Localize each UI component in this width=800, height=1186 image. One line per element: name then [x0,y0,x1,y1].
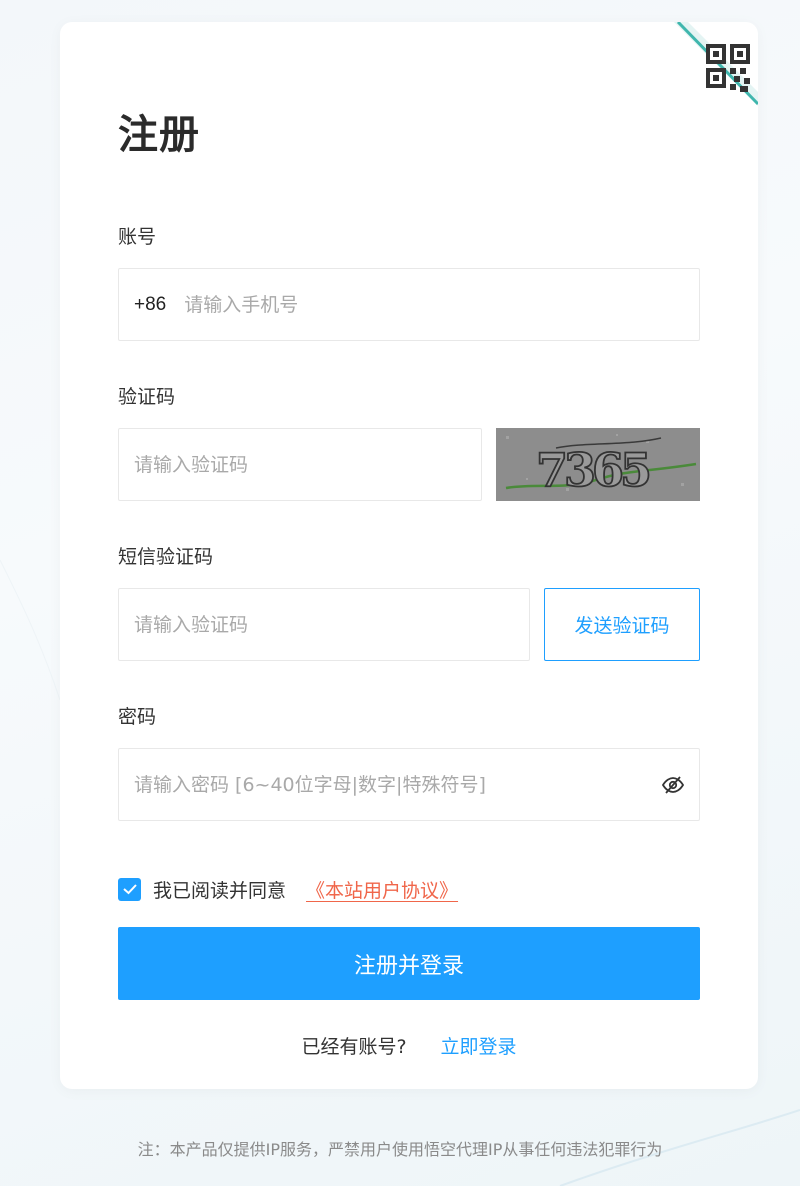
agreement-text: 我已阅读并同意 [153,879,287,902]
register-and-login-button[interactable]: 注册并登录 [118,927,700,1000]
account-label: 账号 [118,226,157,248]
country-code-prefix[interactable]: +86 [134,294,166,316]
sms-code-label: 短信验证码 [118,546,214,568]
password-input[interactable] [119,749,699,820]
captcha-image[interactable]: 7365 [496,428,700,501]
captcha-text: 7365 [536,443,649,497]
login-link[interactable]: 立即登录 [441,1032,517,1059]
send-code-button[interactable]: 发送验证码 [544,588,700,661]
captcha-input[interactable] [119,429,481,500]
have-account-text: 已经有账号? [301,1036,407,1058]
qr-code-login-toggle[interactable] [648,22,758,132]
captcha-field [118,428,482,501]
register-card: 注册 账号 +86 验证码 7365 短信验证码 发送验证码 密码 [60,22,758,1089]
check-icon [122,884,137,895]
captcha-graphic: 7365 [496,428,700,501]
phone-input[interactable] [184,269,699,340]
agreement-row: 我已阅读并同意 《本站用户协议》 [118,876,458,903]
page-title: 注册 [118,112,200,158]
qr-code-icon [674,22,758,106]
password-field [118,748,700,821]
captcha-label: 验证码 [118,386,176,408]
sms-code-input[interactable] [119,589,529,660]
sms-code-field [118,588,530,661]
eye-off-icon[interactable] [661,773,685,797]
agreement-checkbox[interactable] [118,877,141,901]
login-prompt: 已经有账号? 立即登录 [60,1032,758,1059]
password-label: 密码 [118,706,157,728]
account-field: +86 [118,268,700,341]
user-agreement-link[interactable]: 《本站用户协议》 [306,876,458,903]
footer-disclaimer: 注：本产品仅提供IP服务，严禁用户使用悟空代理IP从事任何违法犯罪行为 [137,1140,663,1159]
